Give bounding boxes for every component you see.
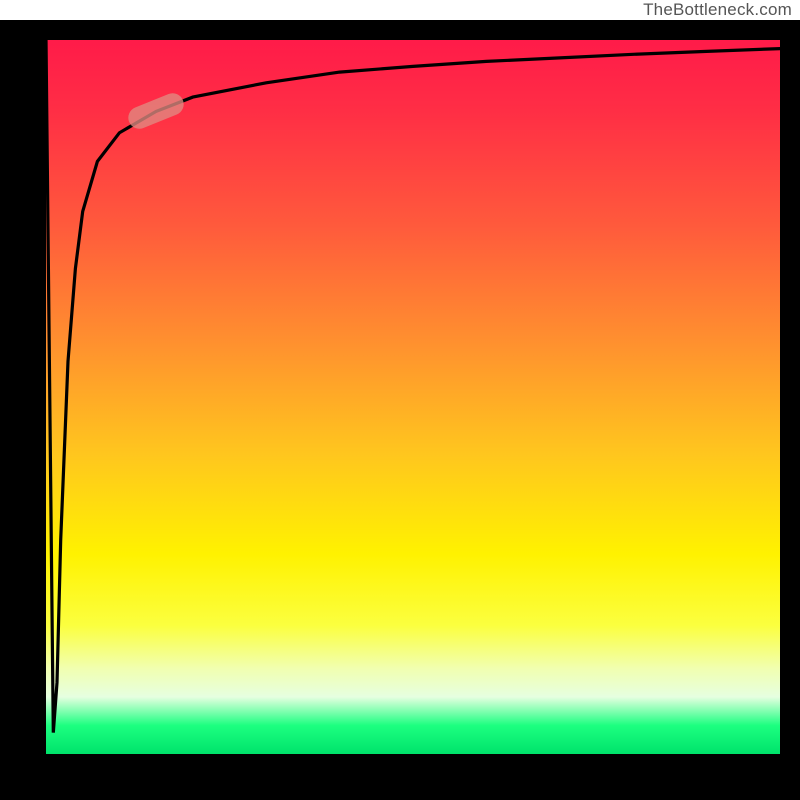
frame-border-right: [780, 20, 800, 780]
attribution-text: TheBottleneck.com: [643, 0, 792, 20]
frame-border-bottom: [0, 754, 800, 800]
frame-border-top: [0, 20, 800, 40]
chart-frame: TheBottleneck.com: [0, 0, 800, 800]
frame-border-left: [0, 20, 46, 780]
plot-area: [46, 40, 780, 754]
bottleneck-curve: [46, 40, 780, 754]
